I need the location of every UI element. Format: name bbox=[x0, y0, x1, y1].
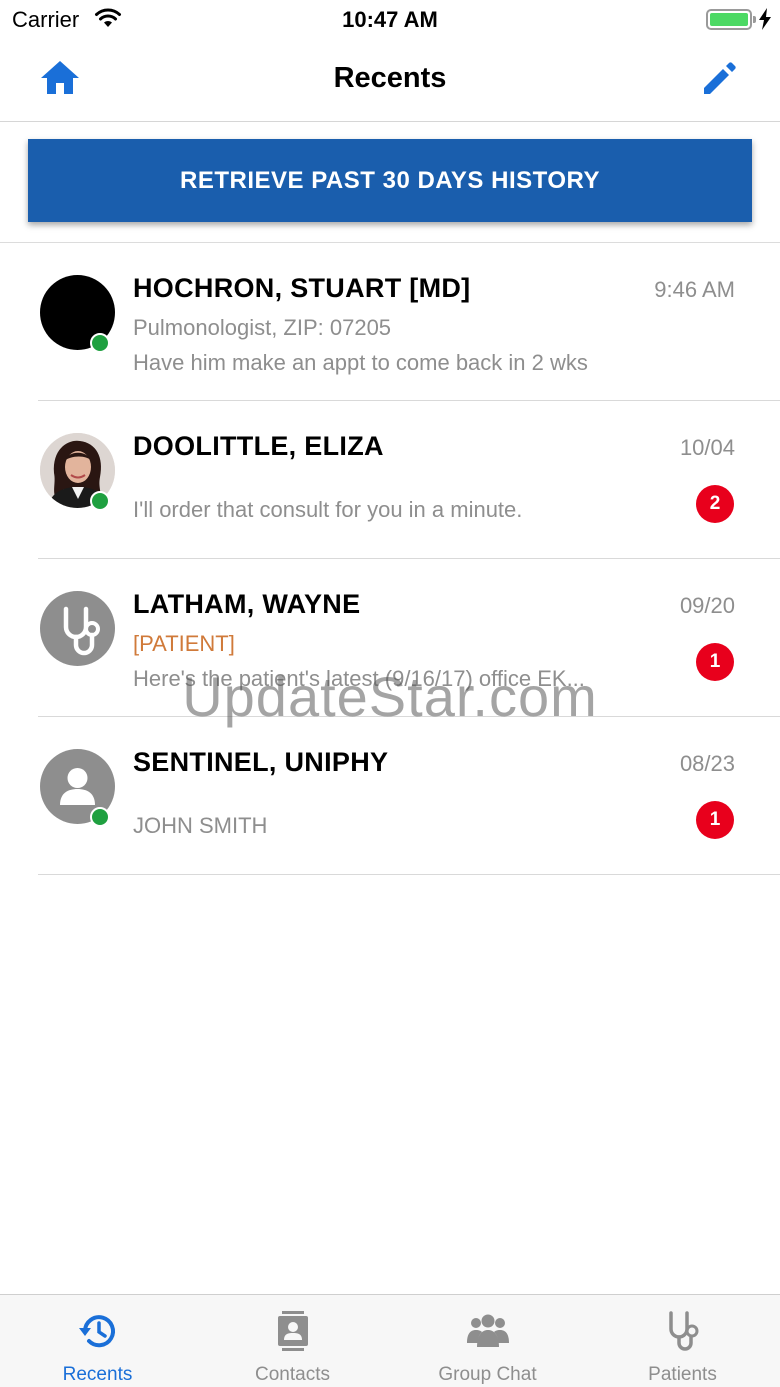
message-preview: I'll order that consult for you in a min… bbox=[133, 497, 523, 522]
contact-name: LATHAM, WAYNE bbox=[133, 589, 361, 619]
tab-group-chat[interactable]: Group Chat bbox=[390, 1295, 585, 1387]
online-status-dot bbox=[90, 491, 110, 511]
row-divider bbox=[38, 874, 780, 875]
navigation-bar: Recents bbox=[0, 40, 780, 122]
history-section: RETRIEVE PAST 30 DAYS HISTORY bbox=[0, 122, 780, 243]
page-title: Recents bbox=[333, 62, 447, 94]
status-bar: Carrier 10:47 AM bbox=[0, 0, 780, 40]
online-status-dot bbox=[90, 807, 110, 827]
tab-bar: Recents Contacts Group Chat Patients bbox=[0, 1294, 780, 1387]
message-time: 08/23 bbox=[679, 751, 735, 776]
tab-label: Patients bbox=[648, 1364, 717, 1385]
contact-name: DOOLITTLE, ELIZA bbox=[133, 431, 384, 461]
contact-subtitle: Pulmonologist, ZIP: 07205 bbox=[133, 315, 392, 340]
stethoscope-icon bbox=[63, 606, 100, 656]
message-time: 09/20 bbox=[679, 593, 735, 618]
stethoscope-icon bbox=[668, 1311, 698, 1351]
patient-tag: [PATIENT] bbox=[133, 631, 235, 656]
retrieve-history-button[interactable]: RETRIEVE PAST 30 DAYS HISTORY bbox=[28, 139, 752, 222]
conversation-list: HOCHRON, STUART [MD] 9:46 AM Pulmonologi… bbox=[0, 243, 780, 875]
tab-contacts[interactable]: Contacts bbox=[195, 1295, 390, 1387]
contact-name: SENTINEL, UNIPHY bbox=[133, 747, 389, 777]
unread-count-badge: 1 bbox=[696, 801, 734, 839]
message-preview: Have him make an appt to come back in 2 … bbox=[133, 350, 588, 375]
watermark-text: UpdateStar.com bbox=[182, 665, 598, 728]
unread-count-badge: 2 bbox=[696, 485, 734, 523]
tab-label: Group Chat bbox=[438, 1364, 537, 1385]
contacts-icon bbox=[277, 1311, 308, 1351]
conversation-row[interactable]: HOCHRON, STUART [MD] 9:46 AM Pulmonologi… bbox=[0, 243, 780, 401]
conversation-row[interactable]: SENTINEL, UNIPHY 08/23 JOHN SMITH 1 bbox=[0, 717, 780, 875]
contact-name: HOCHRON, STUART [MD] bbox=[133, 273, 471, 303]
conversation-row[interactable]: DOOLITTLE, ELIZA 10/04 I'll order that c… bbox=[0, 401, 780, 559]
online-status-dot bbox=[90, 333, 110, 353]
tab-patients[interactable]: Patients bbox=[585, 1295, 780, 1387]
tab-label: Recents bbox=[62, 1364, 133, 1385]
message-preview: JOHN SMITH bbox=[133, 813, 268, 838]
message-time: 9:46 AM bbox=[654, 277, 735, 302]
tab-recents[interactable]: Recents bbox=[0, 1295, 195, 1387]
battery-charging-icon bbox=[706, 9, 756, 30]
tab-label: Contacts bbox=[255, 1364, 330, 1385]
edit-pencil-icon[interactable] bbox=[698, 56, 742, 100]
message-time: 10/04 bbox=[679, 435, 735, 460]
status-time: 10:47 AM bbox=[342, 7, 438, 32]
group-icon bbox=[466, 1314, 509, 1347]
avatar bbox=[40, 591, 115, 666]
history-icon bbox=[78, 1315, 115, 1348]
charging-bolt-icon bbox=[759, 8, 771, 30]
